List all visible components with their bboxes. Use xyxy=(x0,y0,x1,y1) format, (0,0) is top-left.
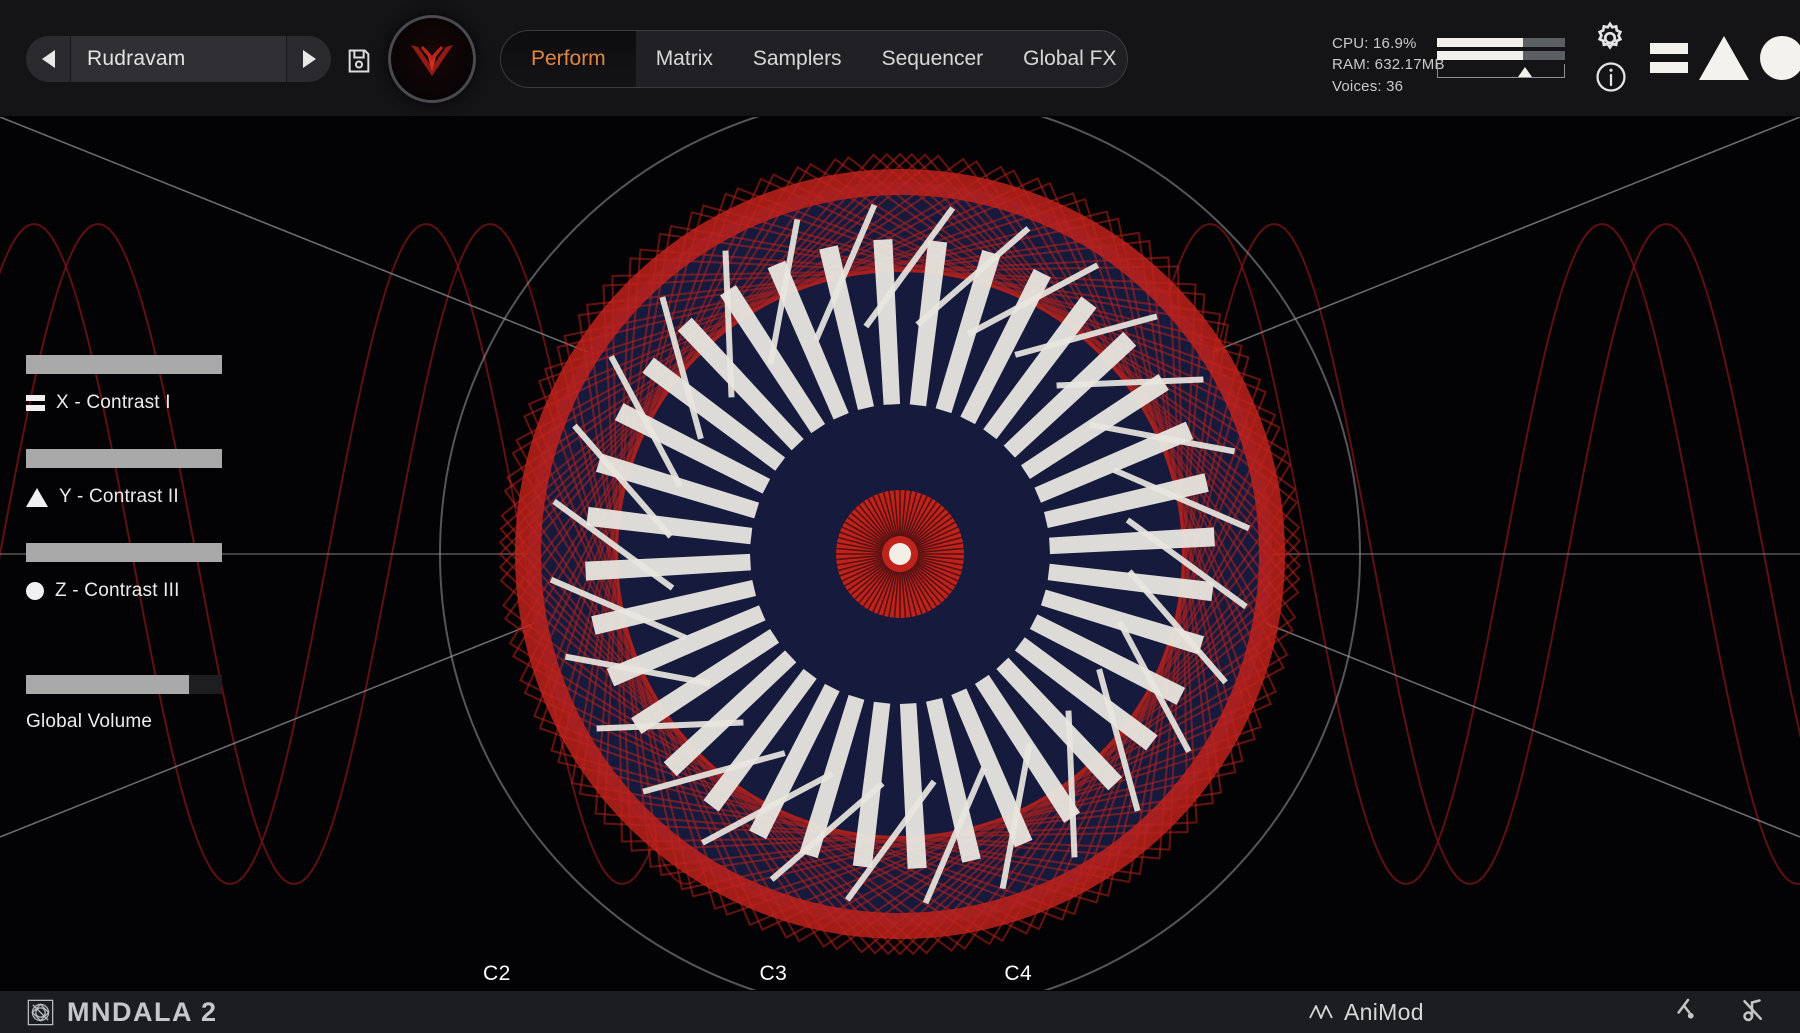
info-button[interactable] xyxy=(1594,60,1628,99)
slider-fill xyxy=(26,675,189,694)
meter-right xyxy=(1437,51,1565,60)
shapes-logo-button[interactable] xyxy=(1650,36,1800,80)
meter-left-fill xyxy=(1437,38,1523,47)
preset-next-button[interactable] xyxy=(287,36,331,82)
brand-name: MNDALA 2 xyxy=(67,997,218,1028)
triangle-right-icon xyxy=(303,50,316,68)
bars-icon xyxy=(26,395,45,411)
cpu-stat: CPU: 16.9% xyxy=(1332,33,1445,54)
control-label-y: Y - Contrast II xyxy=(59,486,179,508)
mndala-logo-badge[interactable] xyxy=(388,15,476,103)
note-off-icon xyxy=(1737,995,1767,1025)
output-meters[interactable] xyxy=(1437,38,1565,78)
mndala-emblem-icon xyxy=(402,29,462,89)
tuning-button[interactable] xyxy=(1668,995,1698,1030)
brand: MNDALA 2 xyxy=(27,997,218,1028)
status-bar: MNDALA 2 AniMod xyxy=(0,990,1800,1033)
animod-label: AniMod xyxy=(1344,999,1424,1026)
slider-y-contrast-2[interactable] xyxy=(26,449,222,468)
preset-name-field[interactable]: Rudravam xyxy=(70,36,287,82)
tuning-fork-icon xyxy=(1668,995,1698,1025)
triangle-icon xyxy=(26,488,48,507)
settings-button[interactable] xyxy=(1592,20,1628,61)
slider-x-contrast-1[interactable] xyxy=(26,355,222,374)
slider-fill xyxy=(26,543,222,562)
meter-marker-icon[interactable] xyxy=(1518,67,1532,77)
slider-fill xyxy=(26,449,222,468)
ram-stat: RAM: 632.17MB xyxy=(1332,54,1445,75)
main-tabbar: Perform Matrix Samplers Sequencer Global… xyxy=(500,30,1128,88)
circle-icon xyxy=(1760,36,1800,80)
control-y-contrast-2: Y - Contrast II xyxy=(26,449,226,508)
slider-fill xyxy=(26,355,222,374)
triangle-left-icon xyxy=(42,50,55,68)
circle-icon xyxy=(26,582,44,600)
gear-icon xyxy=(1592,20,1628,56)
animod-indicator[interactable]: AniMod xyxy=(1308,999,1424,1026)
tab-global-fx[interactable]: Global FX xyxy=(1003,31,1128,87)
app-header: Rudravam Perform Matrix Samplers Sequenc… xyxy=(0,0,1800,117)
wave-icon xyxy=(1308,1002,1334,1022)
control-global-volume: Global Volume xyxy=(26,675,226,733)
meter-scale[interactable] xyxy=(1437,64,1565,78)
bars-icon xyxy=(1650,43,1688,73)
global-volume-label: Global Volume xyxy=(26,711,226,733)
perform-sidebar: X - Contrast I Y - Contrast II Z - Contr… xyxy=(0,117,300,990)
slider-z-contrast-3[interactable] xyxy=(26,543,222,562)
info-icon xyxy=(1594,60,1628,94)
system-stats: CPU: 16.9% RAM: 632.17MB Voices: 36 xyxy=(1332,33,1445,97)
control-label-x: X - Contrast I xyxy=(56,392,171,414)
note-mute-button[interactable] xyxy=(1737,995,1767,1030)
preset-prev-button[interactable] xyxy=(26,36,70,82)
mndala-app: Rudravam Perform Matrix Samplers Sequenc… xyxy=(0,0,1800,1033)
meter-left xyxy=(1437,38,1565,47)
mandala-square-icon xyxy=(27,999,54,1026)
save-preset-button[interactable] xyxy=(345,47,373,80)
control-label-z: Z - Contrast III xyxy=(55,580,180,602)
tab-sequencer[interactable]: Sequencer xyxy=(862,31,1004,87)
meter-right-fill xyxy=(1437,51,1523,60)
tab-samplers[interactable]: Samplers xyxy=(733,31,862,87)
floppy-save-icon xyxy=(345,47,373,75)
tab-perform[interactable]: Perform xyxy=(501,31,636,87)
triangle-icon xyxy=(1699,36,1749,80)
slider-global-volume[interactable] xyxy=(26,675,222,694)
preset-navigator: Rudravam xyxy=(26,36,331,82)
control-x-contrast-1: X - Contrast I xyxy=(26,355,226,414)
control-z-contrast-3: Z - Contrast III xyxy=(26,543,226,602)
tab-matrix[interactable]: Matrix xyxy=(636,31,733,87)
voices-stat: Voices: 36 xyxy=(1332,76,1445,97)
